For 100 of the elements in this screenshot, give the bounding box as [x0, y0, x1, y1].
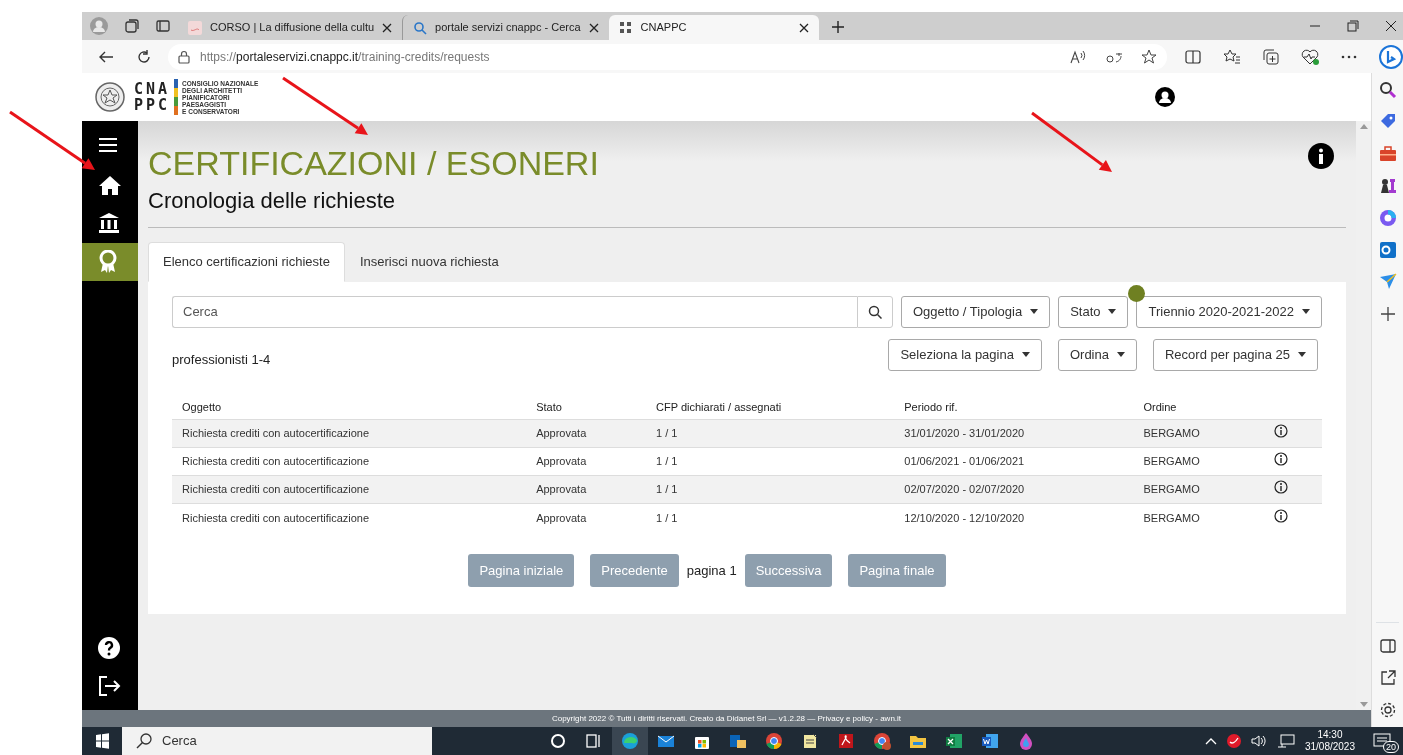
- volume-icon[interactable]: [1250, 734, 1267, 748]
- plus-icon[interactable]: [1378, 305, 1397, 323]
- collections-icon[interactable]: [1263, 48, 1279, 65]
- page-indicator: pagina 1: [686, 561, 737, 580]
- color-bar-icon: [174, 79, 179, 115]
- search-icon: [136, 733, 152, 749]
- table-cell: BERGAMO: [1133, 475, 1264, 504]
- back-icon[interactable]: [98, 49, 114, 64]
- paper-plane-icon[interactable]: [1378, 273, 1397, 291]
- word-processor-icon[interactable]: [981, 732, 999, 750]
- logout-icon[interactable]: [98, 675, 122, 699]
- search-field[interactable]: Cerca: [172, 295, 857, 328]
- search-icon[interactable]: [1378, 81, 1397, 99]
- dropdown-button[interactable]: Record per pagina 25: [1152, 338, 1318, 371]
- info-icon[interactable]: [1273, 508, 1288, 523]
- swirl-icon[interactable]: [1378, 209, 1397, 227]
- table-cell: BERGAMO: [1133, 503, 1264, 532]
- privacy-link[interactable]: Privacy e policy: [817, 712, 874, 725]
- filter-dropdown[interactable]: Stato: [1058, 295, 1129, 328]
- tab-title: portale servizi cnappc - Cerca: [435, 20, 581, 36]
- emblem-icon: [94, 81, 126, 113]
- page-subtitle: Cronologia delle richieste: [148, 187, 397, 215]
- favorites-icon[interactable]: [1223, 48, 1241, 65]
- tab-title: CNAPPC: [640, 20, 688, 36]
- table-cell: Approvata: [526, 419, 647, 448]
- table-cell: 1 / 1: [646, 419, 895, 448]
- info-icon[interactable]: [1273, 480, 1288, 495]
- column-header: CFP dichiarati / assegnati: [646, 394, 895, 420]
- collections-icon[interactable]: [124, 18, 140, 34]
- close-icon[interactable]: [588, 22, 599, 33]
- close-icon[interactable]: [798, 22, 809, 33]
- circle-icon[interactable]: [549, 732, 567, 750]
- search-field[interactable]: Cerca: [122, 727, 432, 755]
- table-cell: 1 / 1: [646, 475, 895, 504]
- table-cell: Approvata: [526, 475, 647, 504]
- tab-actions-icon[interactable]: [156, 19, 170, 33]
- table-cell: Richiesta crediti con autocertificazione: [172, 503, 527, 532]
- clock-time: 14:30: [1316, 729, 1344, 741]
- table-cell: Richiesta crediti con autocertificazione: [172, 419, 527, 448]
- result-count: professionisti 1-4: [172, 350, 271, 369]
- filter-dropdown[interactable]: Triennio 2020-2021-2022: [1136, 295, 1322, 328]
- read-aloud-icon[interactable]: [1069, 49, 1087, 64]
- notification-count: 20: [1383, 741, 1399, 753]
- info-icon[interactable]: [1273, 424, 1288, 439]
- restore-icon[interactable]: [1347, 20, 1359, 32]
- pdf-icon[interactable]: [837, 732, 855, 750]
- more-icon[interactable]: [1341, 54, 1357, 59]
- close-icon[interactable]: [382, 22, 393, 33]
- dropdown-button[interactable]: Seleziona la pagina: [888, 338, 1042, 371]
- search-button[interactable]: [857, 295, 893, 328]
- star-icon[interactable]: [1141, 48, 1157, 65]
- separator-text: -: [874, 712, 879, 725]
- copyright-text: Copyright 2022 © Tutti i diritti riservati. Creato da Didanet Srl — v1.2.28 —: [551, 712, 817, 725]
- chess-icon[interactable]: [1378, 177, 1397, 195]
- favicon-icon: [188, 20, 202, 35]
- tab-title: CORSO | La diffusione della cultu: [210, 20, 375, 36]
- table-cell: 12/10/2020 - 12/10/2020: [894, 503, 1134, 532]
- chrome-icon[interactable]: [765, 732, 783, 750]
- chevron-up-icon[interactable]: [1204, 737, 1217, 745]
- network-icon[interactable]: [1276, 734, 1295, 748]
- task-view-icon[interactable]: [585, 732, 603, 750]
- clock-date: 31/08/2023: [1304, 741, 1355, 753]
- heartbeat-icon[interactable]: [1301, 48, 1319, 65]
- side-panel-icon[interactable]: [1378, 637, 1397, 655]
- antivirus-icon[interactable]: [1226, 734, 1241, 748]
- dropdown-button[interactable]: Ordina: [1057, 338, 1137, 371]
- column-header: Ordine: [1133, 394, 1264, 420]
- help-icon[interactable]: [98, 637, 122, 661]
- table-cell: 31/01/2020 - 31/01/2020: [894, 419, 1134, 448]
- user-icon[interactable]: [1155, 87, 1175, 107]
- browser-tab[interactable]: CORSO | La diffusione della cultu: [178, 15, 403, 40]
- page-title: CERTIFICAZIONI / ESONERI: [148, 143, 599, 183]
- chrome-icon[interactable]: [873, 732, 891, 750]
- lock-icon: [178, 49, 190, 64]
- browser-icon[interactable]: [621, 732, 639, 750]
- external-link-icon[interactable]: [1378, 669, 1397, 687]
- info-icon[interactable]: [1308, 143, 1334, 169]
- column-header: Periodo rif.: [894, 394, 1134, 420]
- search-icon: [413, 20, 428, 35]
- toolbox-icon[interactable]: [1378, 145, 1397, 163]
- split-screen-icon[interactable]: [1185, 49, 1201, 64]
- tab[interactable]: Inserisci nuova richiesta: [344, 242, 514, 282]
- spreadsheet-icon[interactable]: [945, 732, 963, 750]
- document-icon[interactable]: [801, 732, 819, 750]
- filter-dropdown[interactable]: Oggetto / Tipologia: [901, 295, 1051, 328]
- chat-bubble-icon[interactable]: [1379, 44, 1403, 69]
- building-icon: [98, 212, 122, 236]
- column-header: Oggetto: [172, 394, 527, 420]
- drop-icon[interactable]: [1017, 732, 1035, 750]
- settings-icon[interactable]: [1378, 701, 1397, 719]
- logo-text: CNA: [134, 81, 171, 97]
- table-cell: Richiesta crediti con autocertificazione: [172, 475, 527, 504]
- site-link[interactable]: awn.it: [880, 712, 902, 725]
- new-tab-icon[interactable]: [830, 20, 845, 34]
- refresh-icon[interactable]: [136, 48, 152, 65]
- tab[interactable]: Elenco certificazioni richieste: [148, 242, 345, 282]
- table-cell: Approvata: [526, 503, 647, 532]
- close-icon[interactable]: [1385, 20, 1397, 32]
- info-icon[interactable]: [1273, 452, 1288, 467]
- browser-tab[interactable]: CNAPPC: [608, 15, 819, 40]
